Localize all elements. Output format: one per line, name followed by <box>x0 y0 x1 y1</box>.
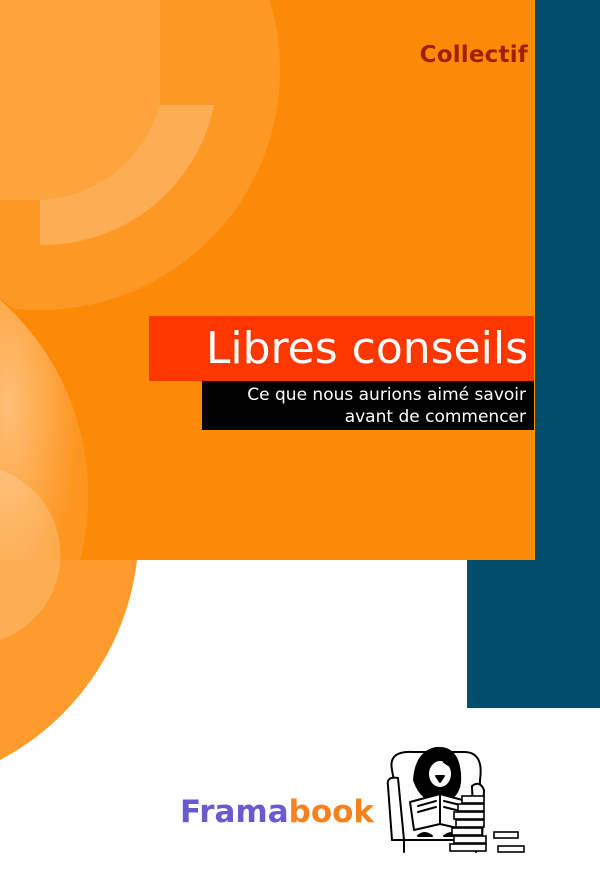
subtitle-banner: Ce que nous aurions aimé savoir avant de… <box>202 381 534 430</box>
author-name: Collectif <box>419 42 528 68</box>
publisher-part-1: Frama <box>180 794 289 830</box>
subtitle-line-2: avant de commencer <box>344 407 526 427</box>
publisher-part-2: book <box>288 794 375 830</box>
publisher-logo: Framabook <box>180 794 374 830</box>
subtitle-line-1: Ce que nous aurions aimé savoir <box>247 385 526 405</box>
blue-bar-bottom <box>467 560 600 708</box>
orange-background <box>0 0 535 560</box>
penguin-reading-in-armchair-icon <box>386 746 525 853</box>
book-title: Libres conseils <box>205 323 528 374</box>
blue-bar-top <box>535 0 600 560</box>
title-banner: Libres conseils <box>149 316 534 381</box>
